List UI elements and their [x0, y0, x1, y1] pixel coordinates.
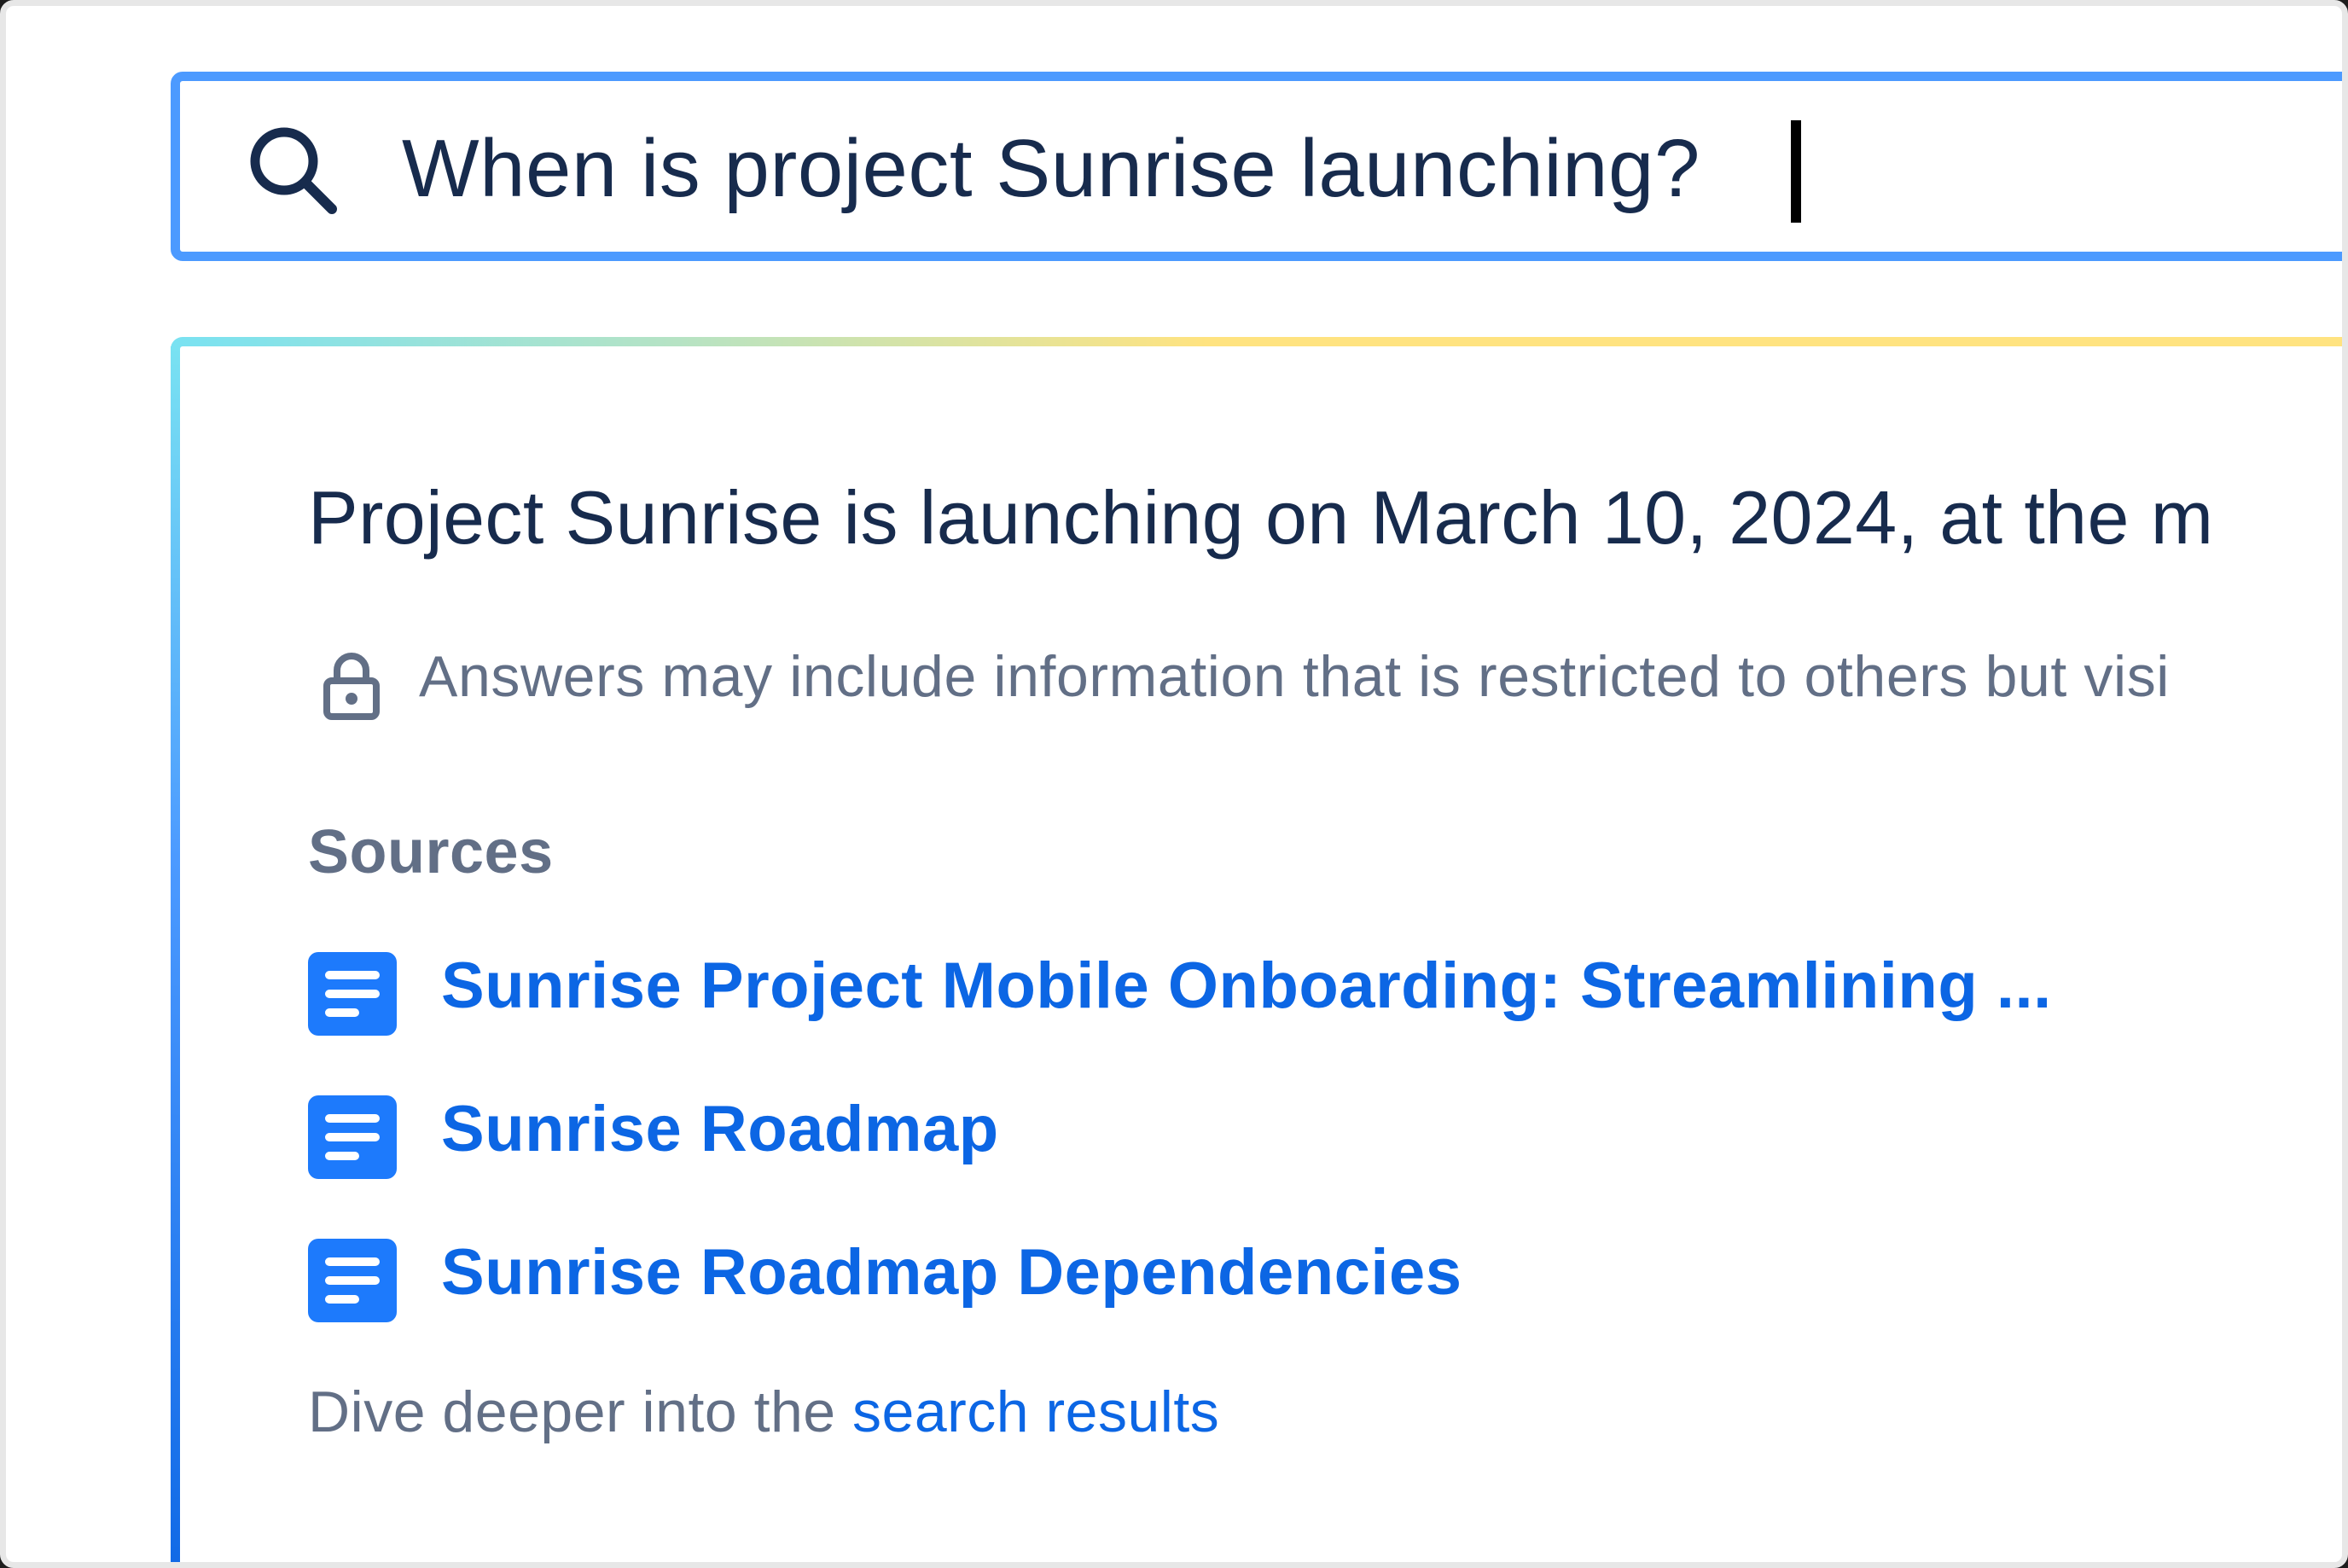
source-label[interactable]: Sunrise Project Mobile Onboarding: Strea…: [441, 949, 2052, 1023]
document-icon: [308, 952, 397, 1036]
text-caret: [1791, 120, 1801, 223]
answer-text: Project Sunrise is launching on March 10…: [308, 475, 2214, 560]
dive-deeper-text: Dive deeper into the search results: [308, 1379, 1219, 1445]
search-bar[interactable]: When is project Sunrise launching?: [171, 72, 2342, 261]
dive-deeper-prefix: Dive deeper into the: [308, 1379, 853, 1444]
search-results-link[interactable]: search results: [852, 1379, 1219, 1444]
app-window: When is project Sunrise launching? Proje…: [0, 0, 2348, 1568]
card-gradient-edge: [171, 346, 180, 1562]
lock-icon: [323, 653, 380, 720]
source-label[interactable]: Sunrise Roadmap: [441, 1092, 999, 1166]
notice-text: Answers may include information that is …: [419, 644, 2171, 709]
search-input[interactable]: When is project Sunrise launching?: [402, 105, 1700, 233]
document-icon: [308, 1239, 397, 1322]
ai-answer-card: Project Sunrise is launching on March 10…: [171, 337, 2342, 1562]
document-icon: [308, 1095, 397, 1179]
source-label[interactable]: Sunrise Roadmap Dependencies: [441, 1235, 1462, 1310]
search-icon: [250, 127, 337, 214]
sources-heading: Sources: [308, 818, 554, 886]
